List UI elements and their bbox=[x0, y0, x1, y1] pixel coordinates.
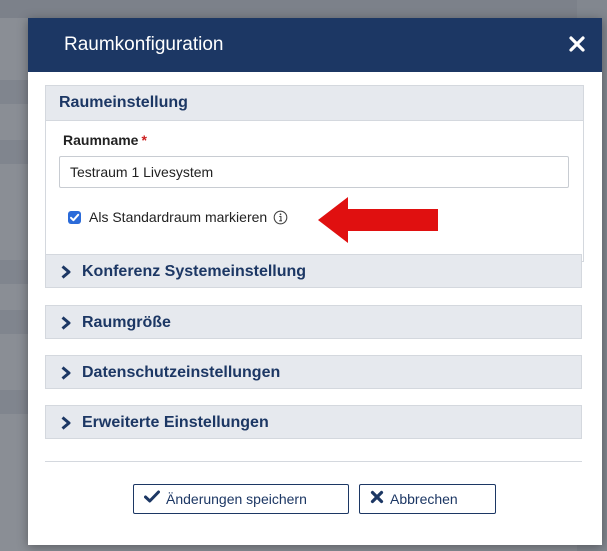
chevron-right-icon bbox=[60, 366, 72, 385]
default-room-row: Als Standardraum markieren bbox=[68, 208, 288, 226]
save-button-label: Änderungen speichern bbox=[166, 491, 307, 507]
red-arrow-annotation bbox=[318, 197, 440, 248]
chevron-right-icon bbox=[60, 316, 72, 335]
room-settings-section: Raumeinstellung Raumname* Als Standardra… bbox=[45, 85, 584, 262]
accordion-advanced-settings[interactable]: Erweiterte Einstellungen bbox=[45, 405, 582, 439]
close-icon[interactable] bbox=[568, 35, 586, 53]
accordion-privacy-settings[interactable]: Datenschutzeinstellungen bbox=[45, 355, 582, 389]
info-icon[interactable] bbox=[273, 210, 288, 225]
room-settings-header[interactable]: Raumeinstellung bbox=[46, 86, 583, 121]
room-name-label-text: Raumname bbox=[63, 132, 139, 148]
room-name-label: Raumname * bbox=[63, 132, 147, 148]
chevron-right-icon bbox=[60, 416, 72, 435]
cancel-button[interactable]: Abbrechen bbox=[359, 484, 496, 514]
room-name-input[interactable] bbox=[59, 156, 569, 188]
room-settings-title: Raumeinstellung bbox=[59, 94, 188, 111]
accordion-label: Datenschutzeinstellungen bbox=[82, 364, 281, 381]
accordion-label: Erweiterte Einstellungen bbox=[82, 414, 269, 431]
modal-title: Raumkonfiguration bbox=[64, 34, 224, 55]
accordion-room-size[interactable]: Raumgröße bbox=[45, 305, 582, 339]
modal-header: Raumkonfiguration bbox=[28, 18, 602, 72]
accordion-conference-settings[interactable]: Konferenz Systemeinstellung bbox=[45, 254, 582, 288]
cancel-button-label: Abbrechen bbox=[390, 491, 458, 507]
save-changes-button[interactable]: Änderungen speichern bbox=[133, 484, 349, 514]
footer-divider bbox=[45, 461, 582, 462]
default-room-label[interactable]: Als Standardraum markieren bbox=[89, 209, 267, 225]
required-marker: * bbox=[141, 132, 147, 148]
chevron-right-icon bbox=[60, 265, 72, 284]
accordion-label: Raumgröße bbox=[82, 314, 171, 331]
default-room-checkbox[interactable] bbox=[68, 210, 81, 224]
accordion-label: Konferenz Systemeinstellung bbox=[82, 263, 307, 280]
room-config-modal: Raumkonfiguration Raumeinstellung Raumna… bbox=[28, 18, 602, 545]
checkmark-icon bbox=[144, 490, 160, 508]
close-icon bbox=[370, 490, 384, 509]
